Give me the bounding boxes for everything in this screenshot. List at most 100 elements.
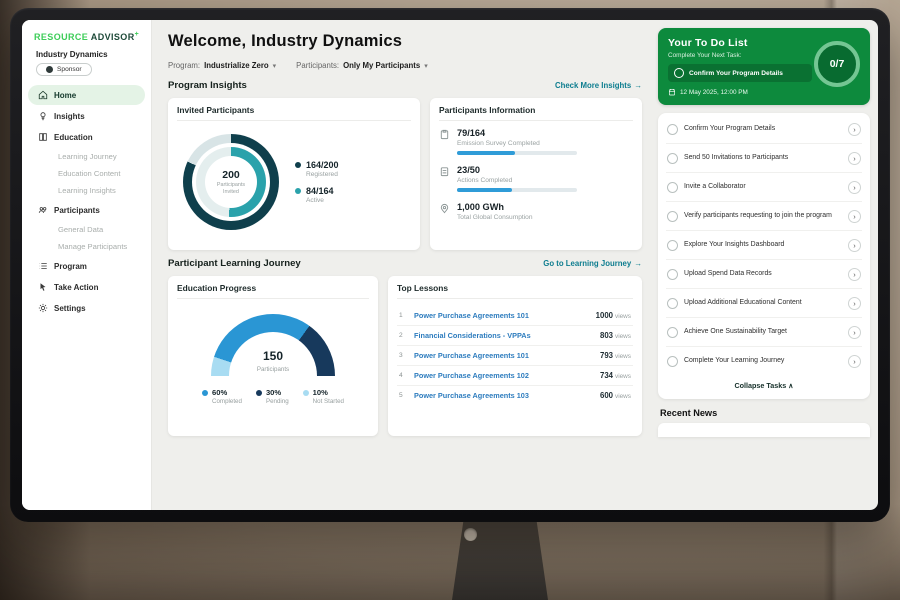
lesson-views: 793 <box>600 351 613 360</box>
views-suffix: views <box>615 373 631 380</box>
lesson-link[interactable]: Financial Considerations - VPPAs <box>414 331 593 340</box>
progress-bar-fill <box>457 188 512 192</box>
sidebar-item-manage-participants[interactable]: Manage Participants <box>28 238 145 255</box>
program-label: Program: <box>168 61 200 70</box>
education-gauge-chart: 150 Participants <box>211 314 335 376</box>
donut-center: 200 Participants Invited <box>205 156 257 208</box>
sidebar-item-learning-insights[interactable]: Learning Insights <box>28 182 145 199</box>
program-dropdown[interactable]: Program: Industrialize Zero ▾ <box>168 61 276 70</box>
chevron-right-icon[interactable]: › <box>848 268 861 281</box>
book-icon <box>38 132 48 142</box>
legend-label: Active <box>306 197 334 204</box>
sidebar-item-label: Take Action <box>54 283 98 292</box>
legend-item: 84/164 Active <box>295 186 339 204</box>
task-row[interactable]: Complete Your Learning Journey › <box>666 347 862 375</box>
checkbox-icon[interactable] <box>667 298 678 309</box>
chevron-right-icon[interactable]: › <box>848 239 861 252</box>
sidebar-item-program[interactable]: Program <box>28 256 145 276</box>
arrow-right-icon: → <box>634 81 642 90</box>
checkbox-icon[interactable] <box>667 182 678 193</box>
legend-item: 30% Pending <box>256 388 289 405</box>
collapse-tasks-link[interactable]: Collapse Tasks ∧ <box>666 375 862 397</box>
lesson-link[interactable]: Power Purchase Agreements 102 <box>414 371 593 380</box>
lesson-row: 4 Power Purchase Agreements 102 734views <box>397 366 633 386</box>
lesson-views: 803 <box>600 331 613 340</box>
sidebar-item-home[interactable]: Home <box>28 85 145 105</box>
info-value: 79/164 <box>457 128 577 138</box>
logo-text-advisor: ADVISOR <box>91 32 135 42</box>
check-more-insights-link[interactable]: Check More Insights → <box>555 81 642 90</box>
logo-plus: + <box>135 31 140 38</box>
education-progress-card: Education Progress 150 Participants 60% … <box>168 276 378 436</box>
lesson-views: 734 <box>600 371 613 380</box>
participants-dropdown[interactable]: Participants: Only My Participants ▾ <box>296 61 428 70</box>
lesson-row: 2 Financial Considerations - VPPAs 803vi… <box>397 326 633 346</box>
sidebar-item-learning-journey[interactable]: Learning Journey <box>28 148 145 165</box>
sidebar-item-label: Settings <box>54 304 86 313</box>
checkbox-icon[interactable] <box>667 153 678 164</box>
chevron-right-icon[interactable]: › <box>848 181 861 194</box>
checkbox-icon[interactable] <box>674 68 684 78</box>
sidebar-item-general-data[interactable]: General Data <box>28 221 145 238</box>
task-row[interactable]: Achieve One Sustainability Target › <box>666 318 862 347</box>
card-title: Top Lessons <box>397 283 633 299</box>
chevron-right-icon[interactable]: › <box>848 210 861 223</box>
checkbox-icon[interactable] <box>667 327 678 338</box>
sidebar-item-label: Insights <box>54 112 85 121</box>
sidebar-item-take-action[interactable]: Take Action <box>28 277 145 297</box>
org-name: Industry Dynamics <box>22 47 151 61</box>
lesson-link[interactable]: Power Purchase Agreements 103 <box>414 391 593 400</box>
logo-text-resource: RESOURCE <box>34 32 88 42</box>
checkbox-icon[interactable] <box>667 356 678 367</box>
chevron-right-icon[interactable]: › <box>848 355 861 368</box>
task-row[interactable]: Send 50 Invitations to Participants › <box>666 144 862 173</box>
location-pin-icon <box>439 203 450 214</box>
chevron-right-icon[interactable]: › <box>848 326 861 339</box>
lesson-row: 5 Power Purchase Agreements 103 600views <box>397 386 633 405</box>
chevron-right-icon[interactable]: › <box>848 297 861 310</box>
lesson-link[interactable]: Power Purchase Agreements 101 <box>414 311 589 320</box>
task-row[interactable]: Verify participants requesting to join t… <box>666 202 862 231</box>
task-row[interactable]: Confirm Your Program Details › <box>666 115 862 144</box>
legend-label: Completed <box>212 398 242 405</box>
sidebar-item-education-content[interactable]: Education Content <box>28 165 145 182</box>
chevron-right-icon[interactable]: › <box>848 123 861 136</box>
recent-news-card <box>658 423 870 437</box>
task-row[interactable]: Upload Additional Educational Content › <box>666 289 862 318</box>
sidebar-item-insights[interactable]: Insights <box>28 106 145 126</box>
task-row[interactable]: Explore Your Insights Dashboard › <box>666 231 862 260</box>
todo-task-list: Confirm Your Program Details › Send 50 I… <box>658 113 870 399</box>
checkbox-icon[interactable] <box>667 211 678 222</box>
sidebar: RESOURCE ADVISOR+ Industry Dynamics Spon… <box>22 20 152 510</box>
chevron-right-icon[interactable]: › <box>848 152 861 165</box>
go-to-learning-journey-link[interactable]: Go to Learning Journey → <box>543 259 642 268</box>
card-title: Invited Participants <box>177 105 411 121</box>
legend-dot <box>295 188 301 194</box>
learning-cards-row: Education Progress 150 Participants 60% … <box>168 276 642 436</box>
info-row-emission-survey: 79/164 Emission Survey Completed <box>439 128 633 155</box>
checkbox-icon[interactable] <box>667 124 678 135</box>
donut-legend: 164/200 Registered 84/164 Active <box>295 152 339 212</box>
next-task-chip[interactable]: Confirm Your Program Details <box>668 64 812 82</box>
legend-dot <box>202 390 208 396</box>
task-row[interactable]: Upload Spend Data Records › <box>666 260 862 289</box>
task-row[interactable]: Invite a Collaborator › <box>666 173 862 202</box>
lesson-row: 1 Power Purchase Agreements 101 1000view… <box>397 306 633 326</box>
home-icon <box>38 90 48 100</box>
gauge-wrap: 150 Participants 60% Completed 30% Pendi… <box>177 306 369 405</box>
sidebar-item-participants[interactable]: Participants <box>28 200 145 220</box>
task-label: Verify participants requesting to join t… <box>684 212 842 221</box>
legend-label: Registered <box>306 171 339 178</box>
task-label: Upload Spend Data Records <box>684 270 842 279</box>
task-label: Complete Your Learning Journey <box>684 357 842 366</box>
todo-progress-ring: 0/7 <box>814 41 860 87</box>
views-suffix: views <box>615 353 631 360</box>
sponsor-badge[interactable]: Sponsor <box>36 63 92 76</box>
views-suffix: views <box>615 393 631 400</box>
sidebar-item-education[interactable]: Education <box>28 127 145 147</box>
lesson-link[interactable]: Power Purchase Agreements 101 <box>414 351 593 360</box>
checkbox-icon[interactable] <box>667 269 678 280</box>
sidebar-item-settings[interactable]: Settings <box>28 298 145 318</box>
section-title: Program Insights <box>168 80 247 91</box>
checkbox-icon[interactable] <box>667 240 678 251</box>
